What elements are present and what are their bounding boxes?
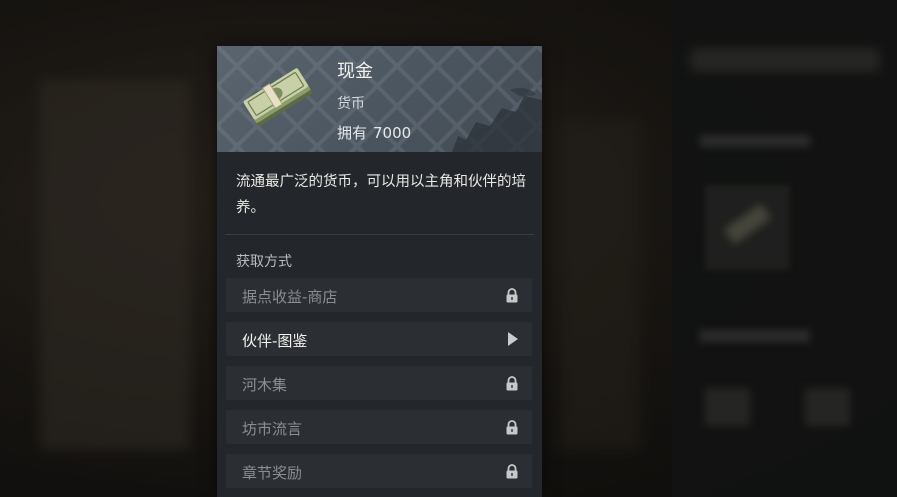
item-type: 货币 [337,96,365,112]
source-row-market-rumors[interactable]: 坊市流言 [226,410,532,444]
chevron-right-icon [508,332,518,346]
source-row-stronghold-shop[interactable]: 据点收益-商店 [226,278,532,312]
source-label: 坊市流言 [242,420,303,438]
item-name: 现金 [337,61,373,82]
source-row-partner-codex[interactable]: 伙伴-图鉴 [226,322,532,356]
lock-icon [506,376,518,391]
item-detail-popup: 现金 货币 拥有 7000 流通最广泛的货币，可以用以主角和伙伴的培养。 获取方式… [217,46,542,497]
owned-label: 拥有 [337,124,368,142]
item-header: 现金 货币 拥有 7000 [217,46,542,152]
source-label: 据点收益-商店 [242,288,338,306]
source-label: 河木集 [242,376,288,394]
item-description: 流通最广泛的货币，可以用以主角和伙伴的培养。 [236,174,526,216]
source-row-chapter-rewards[interactable]: 章节奖励 [226,454,532,488]
lock-icon [506,420,518,435]
lock-icon [506,464,518,479]
cash-stack-icon [243,68,313,127]
sources-title: 获取方式 [236,254,292,270]
source-row-hemuji[interactable]: 河木集 [226,366,532,400]
item-owned: 拥有 7000 [337,122,411,143]
divider [225,234,534,235]
scenery-silhouette [452,87,542,152]
source-label: 伙伴-图鉴 [242,332,308,350]
lock-icon [506,288,518,303]
source-label: 章节奖励 [242,464,303,482]
owned-count: 7000 [373,124,412,142]
